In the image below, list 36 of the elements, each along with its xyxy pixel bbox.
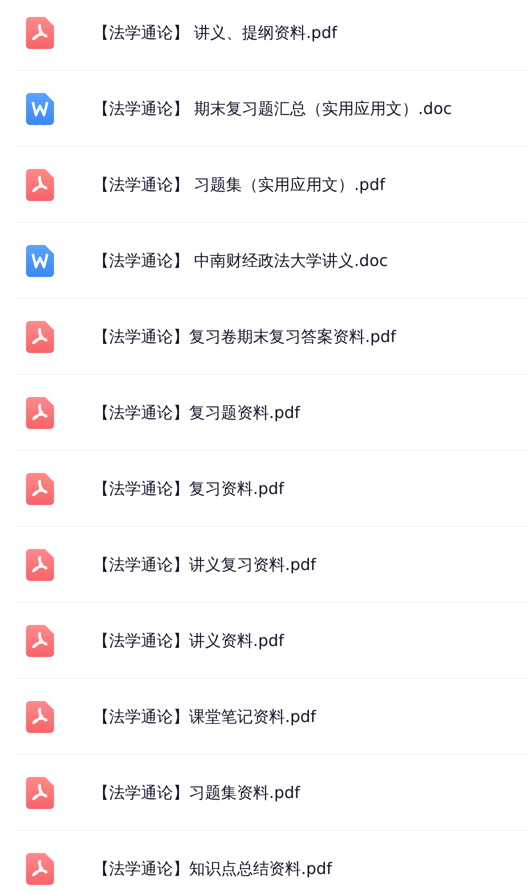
file-name: 【法学通论】习题集资料.pdf: [93, 782, 300, 804]
file-name: 【法学通论】复习题资料.pdf: [93, 402, 300, 424]
pdf-file-icon: [26, 852, 54, 884]
file-name: 【法学通论】 讲义、提纲资料.pdf: [93, 22, 338, 44]
file-name: 【法学通论】讲义复习资料.pdf: [93, 554, 316, 576]
file-row[interactable]: 【法学通论】复习题资料.pdf: [16, 375, 527, 451]
pdf-file-icon: [26, 472, 54, 504]
file-row[interactable]: 【法学通论】讲义复习资料.pdf: [16, 527, 527, 603]
file-row[interactable]: 【法学通论】习题集资料.pdf: [16, 755, 527, 831]
file-name: 【法学通论】知识点总结资料.pdf: [93, 858, 332, 880]
file-name: 【法学通论】 习题集（实用应用文）.pdf: [93, 174, 386, 196]
pdf-file-icon: [26, 320, 54, 352]
file-name: 【法学通论】 期末复习题汇总（实用应用文）.doc: [93, 98, 452, 120]
file-row[interactable]: 【法学通论】 中南财经政法大学讲义.doc: [16, 223, 527, 299]
pdf-file-icon: [26, 548, 54, 580]
file-row[interactable]: 【法学通论】 期末复习题汇总（实用应用文）.doc: [16, 71, 527, 147]
file-row[interactable]: 【法学通论】复习卷期末复习答案资料.pdf: [16, 299, 527, 375]
word-file-icon: [26, 244, 54, 276]
file-row[interactable]: 【法学通论】讲义资料.pdf: [16, 603, 527, 679]
word-file-icon: [26, 92, 54, 124]
file-row[interactable]: 【法学通论】 习题集（实用应用文）.pdf: [16, 147, 527, 223]
file-row[interactable]: 【法学通论】知识点总结资料.pdf: [16, 831, 527, 894]
file-name: 【法学通论】讲义资料.pdf: [93, 630, 284, 652]
pdf-file-icon: [26, 396, 54, 428]
file-row[interactable]: 【法学通论】 讲义、提纲资料.pdf: [16, 0, 527, 71]
file-name: 【法学通论】 中南财经政法大学讲义.doc: [93, 250, 388, 272]
file-row[interactable]: 【法学通论】复习资料.pdf: [16, 451, 527, 527]
file-name: 【法学通论】复习资料.pdf: [93, 478, 284, 500]
file-name: 【法学通论】课堂笔记资料.pdf: [93, 706, 316, 728]
pdf-file-icon: [26, 700, 54, 732]
pdf-file-icon: [26, 624, 54, 656]
pdf-file-icon: [26, 16, 54, 48]
file-row[interactable]: 【法学通论】课堂笔记资料.pdf: [16, 679, 527, 755]
file-name: 【法学通论】复习卷期末复习答案资料.pdf: [93, 326, 396, 348]
pdf-file-icon: [26, 776, 54, 808]
pdf-file-icon: [26, 168, 54, 200]
